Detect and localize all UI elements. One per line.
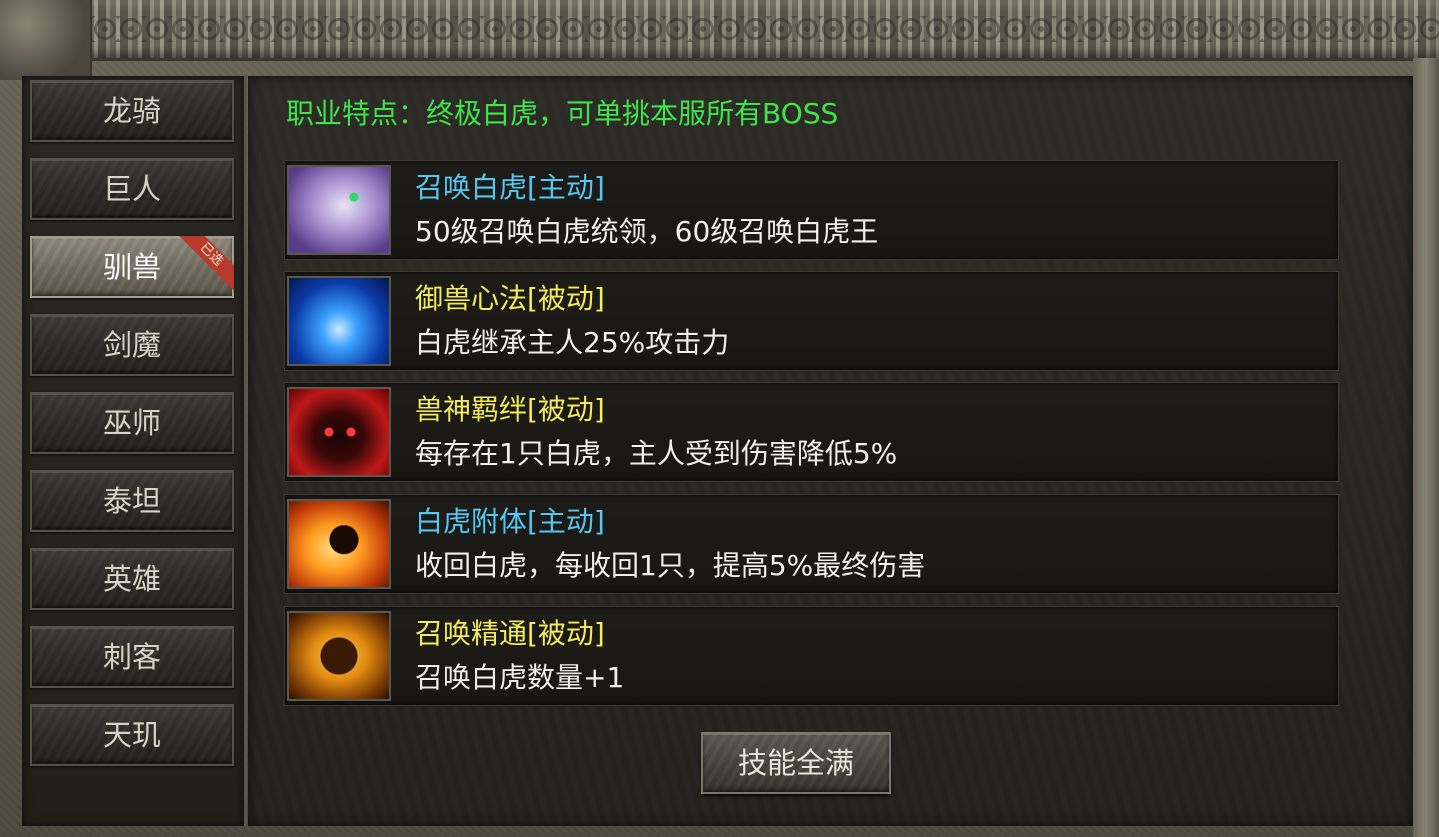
right-frame-edge (1413, 58, 1439, 837)
class-tab-label: 驯兽 (102, 250, 161, 284)
fire-claw-icon (287, 499, 391, 589)
skill-description: 召唤白虎数量+1 (415, 661, 625, 694)
selected-badge-text: 已选 (176, 236, 234, 294)
class-sidebar: 龙骑 巨人 驯兽 已选 剑魔 巫师 泰坦 英雄 刺客 天玑 (22, 76, 247, 826)
skill-name: 白虎附体[主动] (415, 505, 605, 538)
golden-summon-icon (287, 611, 391, 701)
skill-row[interactable]: 召唤精通[被动] 召唤白虎数量+1 (284, 606, 1339, 706)
skill-name: 兽神羁绊[被动] (415, 393, 605, 426)
skill-description: 白虎继承主人25%攻击力 (415, 326, 730, 359)
skill-row[interactable]: 御兽心法[被动] 白虎继承主人25%攻击力 (284, 271, 1339, 371)
skill-name: 召唤精通[被动] (415, 617, 605, 650)
class-tab-cike[interactable]: 刺客 (30, 626, 234, 688)
skill-name: 召唤白虎[主动] (415, 171, 605, 204)
white-tiger-icon (287, 165, 391, 255)
class-tab-xunshou[interactable]: 驯兽 已选 (30, 236, 234, 298)
selected-badge: 已选 (176, 236, 234, 294)
top-ornament-border (40, 0, 1439, 61)
class-tab-tianji[interactable]: 天玑 (30, 704, 234, 766)
skill-name: 御兽心法[被动] (415, 282, 605, 315)
class-tab-longqi[interactable]: 龙骑 (30, 80, 234, 142)
class-tab-jianmo[interactable]: 剑魔 (30, 314, 234, 376)
class-tab-wushi[interactable]: 巫师 (30, 392, 234, 454)
skill-description: 收回白虎，每收回1只，提高5%最终伤害 (415, 549, 926, 582)
skill-description: 每存在1只白虎，主人受到伤害降低5% (415, 437, 898, 470)
red-beast-icon (287, 387, 391, 477)
skill-row[interactable]: 召唤白虎[主动] 50级召唤白虎统领，60级召唤白虎王 (284, 160, 1339, 260)
skill-panel: 职业特点：终极白虎，可单挑本服所有BOSS 召唤白虎[主动] 50级召唤白虎统领… (248, 76, 1413, 826)
skill-row[interactable]: 兽神羁绊[被动] 每存在1只白虎，主人受到伤害降低5% (284, 382, 1339, 482)
max-skills-button[interactable]: 技能全满 (701, 732, 891, 794)
skill-description: 50级召唤白虎统领，60级召唤白虎王 (415, 215, 879, 248)
corner-ornament (0, 0, 92, 80)
window-frame: 龙骑 巨人 驯兽 已选 剑魔 巫师 泰坦 英雄 刺客 天玑 职业特点：终极白虎，… (0, 0, 1439, 837)
class-tab-taitan[interactable]: 泰坦 (30, 470, 234, 532)
blue-vortex-icon (287, 276, 391, 366)
skill-row[interactable]: 白虎附体[主动] 收回白虎，每收回1只，提高5%最终伤害 (284, 494, 1339, 594)
class-feature-text: 职业特点：终极白虎，可单挑本服所有BOSS (286, 97, 839, 130)
class-tab-yingxiong[interactable]: 英雄 (30, 548, 234, 610)
class-tab-juren[interactable]: 巨人 (30, 158, 234, 220)
